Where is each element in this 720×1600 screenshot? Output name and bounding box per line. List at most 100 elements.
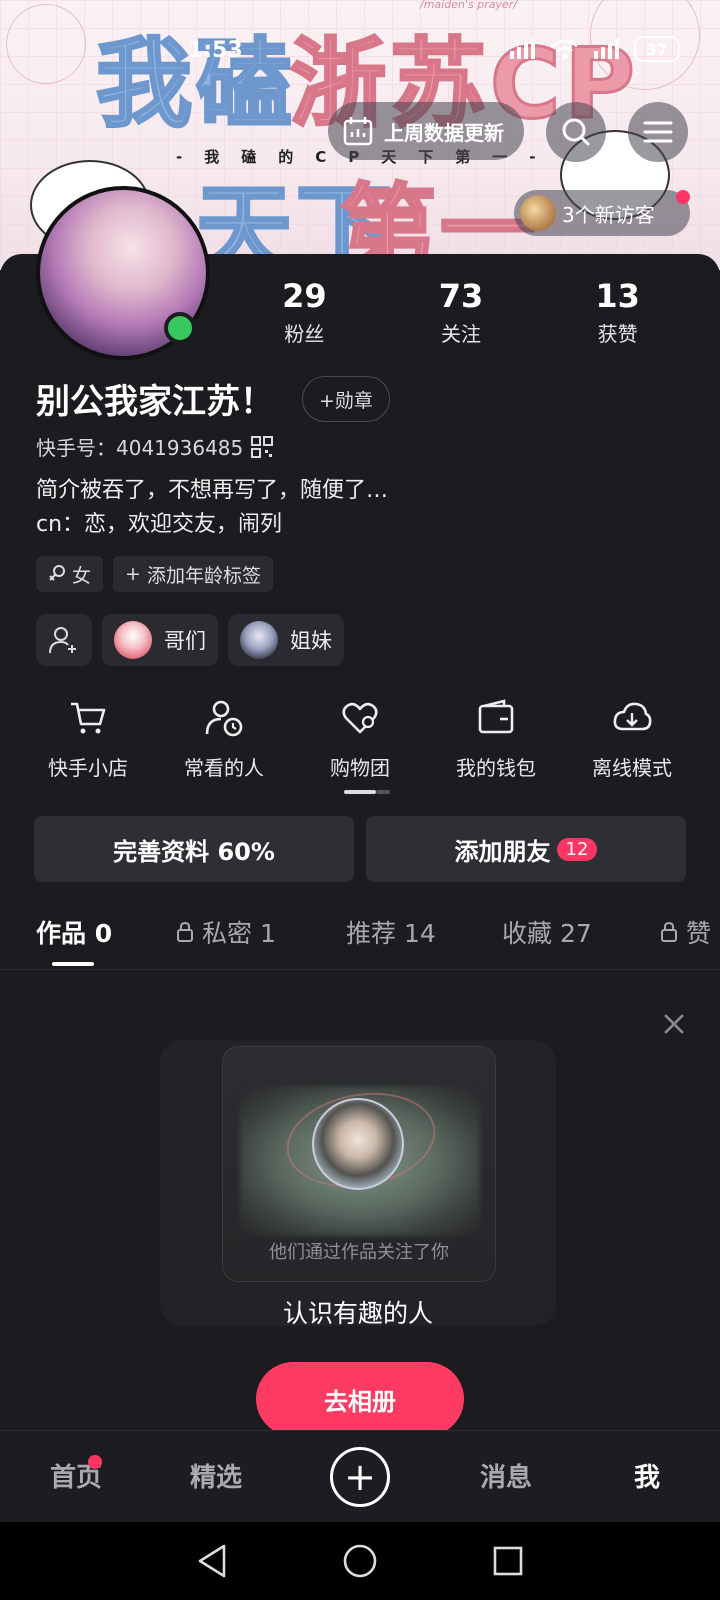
system-nav-bar [0,1522,720,1600]
menu-icon [643,121,673,143]
shortcut-page-indicator [376,790,390,794]
group-avatar [114,621,152,659]
shortcut-frequent[interactable]: 常看的人 [156,698,292,781]
nav-me[interactable]: 我 [634,1457,660,1494]
go-to-album-button[interactable]: 去相册 [256,1362,464,1436]
visitor-avatar [520,195,556,231]
status-bar: 1:53 37 [0,34,720,74]
tab-private[interactable]: 私密 1 [176,910,276,954]
banner-tiny-text: /maiden's prayer/ [420,0,517,11]
profile-stats: 29 粉丝 73 关注 13 获赞 [226,276,696,347]
tab-label: 收藏 27 [502,919,592,948]
complete-profile-label: 完善资料 60% [113,837,275,866]
shortcut-shop[interactable]: 快手小店 [20,698,156,781]
stat-label: 获赞 [597,322,638,346]
tab-label: 赞 [686,919,712,948]
add-friend-group-button[interactable] [36,614,92,666]
shortcut-label: 我的钱包 [456,756,536,780]
active-tab-indicator [52,962,94,966]
gender-label: 女 [72,564,92,587]
add-badge-button[interactable]: +勋章 [302,376,390,422]
shortcut-group-buy[interactable]: 购物团 [292,698,428,781]
cloud-download-icon [613,702,652,731]
stat-likes[interactable]: 13 获赞 [539,276,696,347]
profile-tags: 女 + 添加年龄标签 [36,556,273,592]
weekly-data-label: 上周数据更新 [384,120,504,145]
shortcut-offline[interactable]: 离线模式 [564,698,700,781]
recommend-title: 认识有趣的人 [282,1299,433,1328]
qr-code-icon[interactable] [251,435,274,458]
shortcut-label: 常看的人 [184,756,264,780]
stat-label: 关注 [441,322,481,346]
plus-icon: + [125,563,141,585]
status-icons: 37 [508,36,680,62]
stat-value: 13 [595,277,640,315]
nav-featured[interactable]: 精选 [190,1457,242,1494]
shortcut-wallet[interactable]: 我的钱包 [428,698,564,781]
female-icon [49,565,65,581]
new-visitors-button[interactable]: 3个新访客 [514,190,690,236]
lock-icon [177,921,193,942]
signal-icon-2 [594,39,619,59]
add-age-label: 添加年龄标签 [146,564,261,587]
back-icon[interactable] [196,1543,228,1579]
add-friends-label: 添加朋友 [454,837,551,866]
search-button[interactable] [546,102,606,162]
gender-tag[interactable]: 女 [36,556,104,592]
menu-button[interactable] [628,102,688,162]
shortcut-label: 离线模式 [592,756,672,780]
battery-icon: 37 [634,36,680,62]
shortcut-label: 快手小店 [48,756,128,780]
add-age-tag[interactable]: + 添加年龄标签 [113,556,273,592]
heart-group-icon [342,702,378,734]
person-clock-icon [205,700,243,737]
recommend-avatar [312,1098,404,1190]
stat-following[interactable]: 73 关注 [383,276,540,347]
group-sisters[interactable]: 姐妹 [228,614,344,666]
stat-followers[interactable]: 29 粉丝 [226,276,383,347]
shortcut-label: 购物团 [330,756,390,780]
tab-recommend[interactable]: 推荐 14 [346,910,436,954]
relationship-groups: 哥们 姐妹 [36,614,344,666]
profile-name: 别公我家江苏！ [36,382,274,422]
status-time: 1:53 [188,38,243,63]
tab-label: 作品 0 [36,919,113,948]
tab-label: 推荐 14 [346,919,436,948]
tab-likes[interactable]: 赞 [660,910,711,954]
nav-messages[interactable]: 消息 [480,1457,532,1494]
group-label: 姐妹 [290,629,332,653]
add-friends-button[interactable]: 添加朋友 12 [366,816,686,882]
banner-text: 我磕 [95,27,296,142]
tab-label: 私密 1 [202,919,276,948]
tab-favorites[interactable]: 收藏 27 [502,910,592,954]
close-icon[interactable] [660,1010,688,1038]
recommend-subtitle: 他们通过作品关注了你 [269,1242,449,1263]
banner-text: 第一 [339,173,540,271]
group-brothers[interactable]: 哥们 [102,614,218,666]
group-label: 哥们 [164,629,206,653]
profile-bio[interactable]: 简介被吞了，不想再写了，随便了… cn：恋，欢迎交友，闹列 [36,474,388,542]
shortcut-row: 快手小店 常看的人 购物团 我的钱包 离线模式 [20,698,700,781]
add-person-icon [49,627,76,654]
complete-profile-button[interactable]: 完善资料 60% [34,816,354,882]
stat-value: 73 [438,277,484,315]
cart-icon [71,702,106,734]
recents-icon[interactable] [492,1545,524,1577]
cta-row: 完善资料 60% 添加朋友 12 [34,816,686,882]
tab-works[interactable]: 作品 0 [36,910,112,954]
friends-count-badge: 12 [556,837,598,861]
new-visitors-label: 3个新访客 [562,202,655,227]
create-post-button[interactable]: + [330,1447,390,1507]
wifi-icon [552,39,578,59]
wallet-icon [478,699,514,734]
signal-icon [510,39,535,59]
search-icon [562,118,590,146]
notification-dot [88,1455,102,1469]
weekly-data-button[interactable]: 上周数据更新 [328,102,524,160]
stat-value: 29 [282,277,327,315]
user-id[interactable]: 快手号：4041936485 [36,432,274,461]
content-tabs: 作品 0 私密 1 推荐 14 收藏 27 赞 [0,910,720,970]
bio-line: 简介被吞了，不想再写了，随便了… [36,478,389,503]
home-circle-icon[interactable] [342,1543,378,1579]
user-id-text: 快手号：4041936485 [36,436,244,460]
